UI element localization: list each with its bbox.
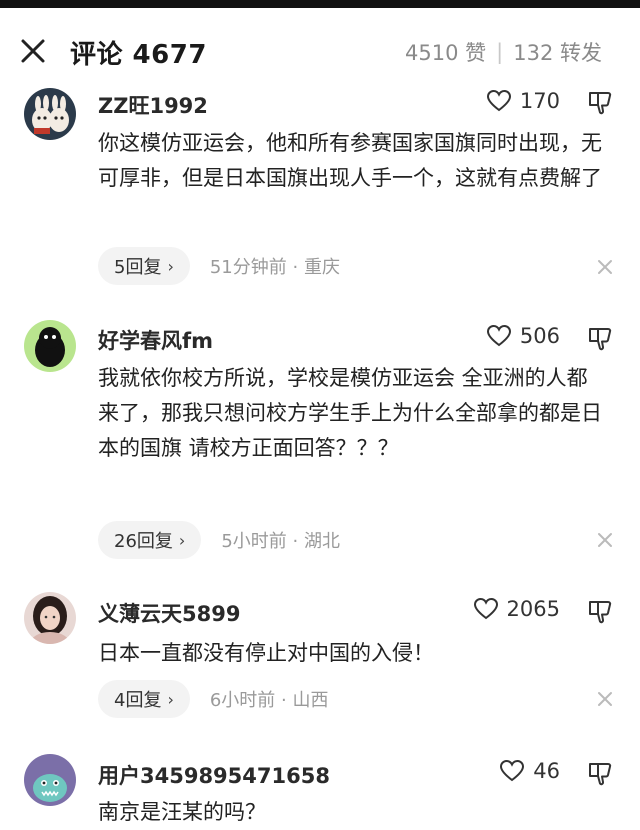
close-icon[interactable]: [596, 690, 614, 708]
comment-time-location: 6小时前 · 山西: [210, 686, 329, 712]
close-icon[interactable]: [18, 36, 48, 66]
comment-time-location: 5小时前 · 湖北: [221, 527, 340, 553]
heart-icon: [486, 324, 511, 347]
bird-avatar-icon: [24, 320, 76, 372]
replies-button[interactable]: 4回复 ›: [98, 680, 190, 718]
comment-meta: 4回复 › 6小时前 · 山西: [98, 680, 329, 718]
comment-time: 51分钟前: [209, 257, 287, 278]
comment-meta: 26回复 › 5小时前 · 湖北: [98, 521, 340, 559]
reply-count: 5回复: [114, 257, 162, 278]
like-count: 506: [519, 324, 560, 348]
likes-count: 4510 赞: [405, 41, 487, 65]
dislike-icon[interactable]: [586, 325, 614, 353]
like-count: 2065: [506, 597, 560, 621]
comment-username[interactable]: 用户3459895471658: [98, 760, 330, 790]
comment-username[interactable]: 好学春风fm: [98, 325, 213, 355]
like-button[interactable]: 2065: [473, 597, 560, 621]
chevron-right-icon: ›: [167, 689, 174, 709]
comment-text: 日本一直都没有停止对中国的入侵！: [98, 641, 434, 665]
replies-button[interactable]: 5回复 ›: [98, 247, 190, 285]
heart-icon: [473, 597, 498, 620]
comment-username[interactable]: 义薄云天5899: [98, 598, 240, 628]
like-count: 46: [533, 759, 560, 783]
heart-icon: [500, 759, 525, 782]
comment-time-location: 51分钟前 · 重庆: [210, 253, 340, 279]
avatar[interactable]: [24, 88, 76, 140]
comment-text: 南京是汪某的吗？: [98, 800, 266, 824]
avatar[interactable]: [24, 592, 76, 644]
comment-text: 我就依你校方所说，学校是模仿亚运会 全亚洲的人都来了，那我只想问校方学生手上为什…: [98, 366, 602, 460]
bunny-avatar-icon: [24, 88, 76, 140]
comment-meta: 5回复 › 51分钟前 · 重庆: [98, 247, 340, 285]
avatar[interactable]: [24, 320, 76, 372]
replies-button[interactable]: 26回复 ›: [98, 521, 202, 559]
comment-time: 5小时前: [221, 531, 287, 552]
monster-avatar-icon: [24, 754, 76, 806]
shares-count: 132 转发: [513, 41, 602, 65]
chevron-right-icon: ›: [178, 530, 186, 550]
dislike-icon[interactable]: [586, 760, 614, 788]
comment-location: 湖北: [303, 531, 340, 552]
meta-dot: ·: [281, 690, 287, 711]
like-button[interactable]: 506: [486, 324, 560, 348]
post-stats: 4510 赞 | 132 转发: [405, 37, 602, 67]
chevron-right-icon: ›: [167, 256, 174, 276]
like-button[interactable]: 170: [486, 89, 560, 113]
heart-icon: [486, 89, 511, 112]
stats-separator: |: [496, 40, 504, 64]
reply-count: 26回复: [114, 531, 173, 552]
comment-location: 重庆: [303, 257, 340, 278]
close-icon[interactable]: [596, 531, 614, 549]
avatar[interactable]: [24, 754, 76, 806]
comment-location: 山西: [292, 690, 329, 711]
status-bar: [0, 0, 640, 8]
meta-dot: ·: [292, 531, 299, 552]
like-button[interactable]: 46: [499, 759, 560, 783]
portrait-avatar-icon: [24, 592, 76, 644]
comment-time: 6小时前: [209, 690, 276, 711]
dislike-icon[interactable]: [586, 598, 614, 626]
comment-text: 你这模仿亚运会，他和所有参赛国家国旗同时出现，无可厚非，但是日本国旗出现人手一个…: [98, 131, 602, 190]
reply-count: 4回复: [114, 690, 162, 711]
close-icon[interactable]: [596, 258, 614, 276]
comments-header: 评论 4677 4510 赞 | 132 转发: [0, 8, 640, 88]
page-title: 评论 4677: [70, 40, 207, 70]
comment-username[interactable]: ZZ旺1992: [98, 90, 208, 120]
like-count: 170: [519, 89, 560, 113]
meta-dot: ·: [292, 257, 299, 278]
dislike-icon[interactable]: [586, 89, 614, 117]
